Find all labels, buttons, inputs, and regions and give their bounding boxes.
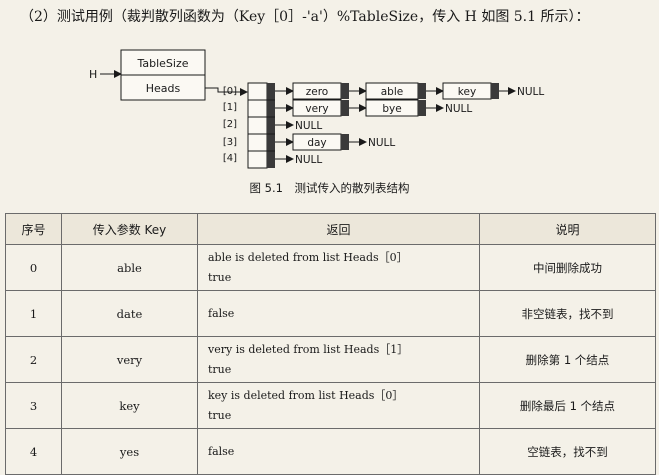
heads-field: Heads <box>146 82 181 95</box>
slot-label: [3] <box>223 137 237 148</box>
list-node: bye <box>365 99 426 117</box>
cell-num: 3 <box>5 382 62 429</box>
header-note: 说明 <box>479 213 656 245</box>
null-label: NULL <box>368 137 395 149</box>
list-node: zero <box>292 82 349 100</box>
slot-label: [2] <box>223 119 237 130</box>
figure-caption: 图 5.1 测试传入的散列表结构 <box>249 181 410 195</box>
cell-key: key <box>61 382 198 429</box>
node-key: bye <box>382 103 401 115</box>
node-key: very <box>305 103 328 115</box>
cell-key: able <box>61 244 198 291</box>
node-key: zero <box>306 86 328 98</box>
cell-num: 0 <box>5 244 62 291</box>
node-key: key <box>458 86 476 98</box>
null-label: NULL <box>295 154 322 166</box>
table-row: 0 able able is deleted from list Heads［0… <box>5 244 656 291</box>
return-line: able is deleted from list Heads［0］ <box>208 250 408 264</box>
cell-return: key is deleted from list Heads［0］ true <box>197 382 480 429</box>
cell-note: 空链表，找不到 <box>479 428 656 475</box>
return-line: true <box>208 270 232 284</box>
cell-return: false <box>197 290 480 337</box>
cell-key: date <box>61 290 198 337</box>
test-case-table: 序号 传入参数 Key 返回 说明 0 able able is deleted… <box>5 213 656 475</box>
null-label: NULL <box>517 86 544 98</box>
list-node: key <box>442 82 499 100</box>
list-node: day <box>292 133 349 151</box>
node-key: day <box>307 137 326 149</box>
cell-num: 2 <box>5 336 62 383</box>
cell-note: 非空链表，找不到 <box>479 290 656 337</box>
header-return: 返回 <box>197 213 480 245</box>
header-num: 序号 <box>5 213 62 245</box>
table-row: 2 very very is deleted from list Heads［1… <box>5 336 656 383</box>
null-label: NULL <box>445 103 472 115</box>
cell-num: 1 <box>5 290 62 337</box>
header-key: 传入参数 Key <box>61 213 198 245</box>
hash-table-diagram: H TableSize Heads [0] [1] [2] [3] [4] ze… <box>89 49 544 169</box>
return-line: true <box>208 408 232 422</box>
cell-return: false <box>197 428 480 475</box>
return-line: true <box>208 362 232 376</box>
null-label: NULL <box>295 120 322 132</box>
table-row: 1 date false 非空链表，找不到 <box>5 290 656 337</box>
h-label: H <box>89 68 97 81</box>
table-row: 3 key key is deleted from list Heads［0］ … <box>5 382 656 429</box>
tablesize-field: TableSize <box>136 57 188 70</box>
cell-num: 4 <box>5 428 62 475</box>
slot-label: [0] <box>223 86 237 97</box>
list-node: able <box>365 82 426 100</box>
cell-key: yes <box>61 428 198 475</box>
node-key: able <box>381 86 403 98</box>
cell-note: 删除第 1 个结点 <box>479 336 656 383</box>
cell-note: 删除最后 1 个结点 <box>479 382 656 429</box>
cell-return: able is deleted from list Heads［0］ true <box>197 244 480 291</box>
return-line: false <box>208 306 235 320</box>
return-line: very is deleted from list Heads［1］ <box>208 342 409 356</box>
return-line: false <box>208 444 235 458</box>
heads-array <box>247 82 275 169</box>
cell-note: 中间删除成功 <box>479 244 656 291</box>
table-header-row: 序号 传入参数 Key 返回 说明 <box>5 213 656 245</box>
list-node: very <box>292 99 349 117</box>
cell-return: very is deleted from list Heads［1］ true <box>197 336 480 383</box>
slot-label: [1] <box>223 102 237 113</box>
slot-label: [4] <box>223 153 237 164</box>
table-row: 4 yes false 空链表，找不到 <box>5 428 656 475</box>
return-line: key is deleted from list Heads［0］ <box>208 388 404 402</box>
cell-key: very <box>61 336 198 383</box>
hash-struct: TableSize Heads <box>120 49 206 101</box>
